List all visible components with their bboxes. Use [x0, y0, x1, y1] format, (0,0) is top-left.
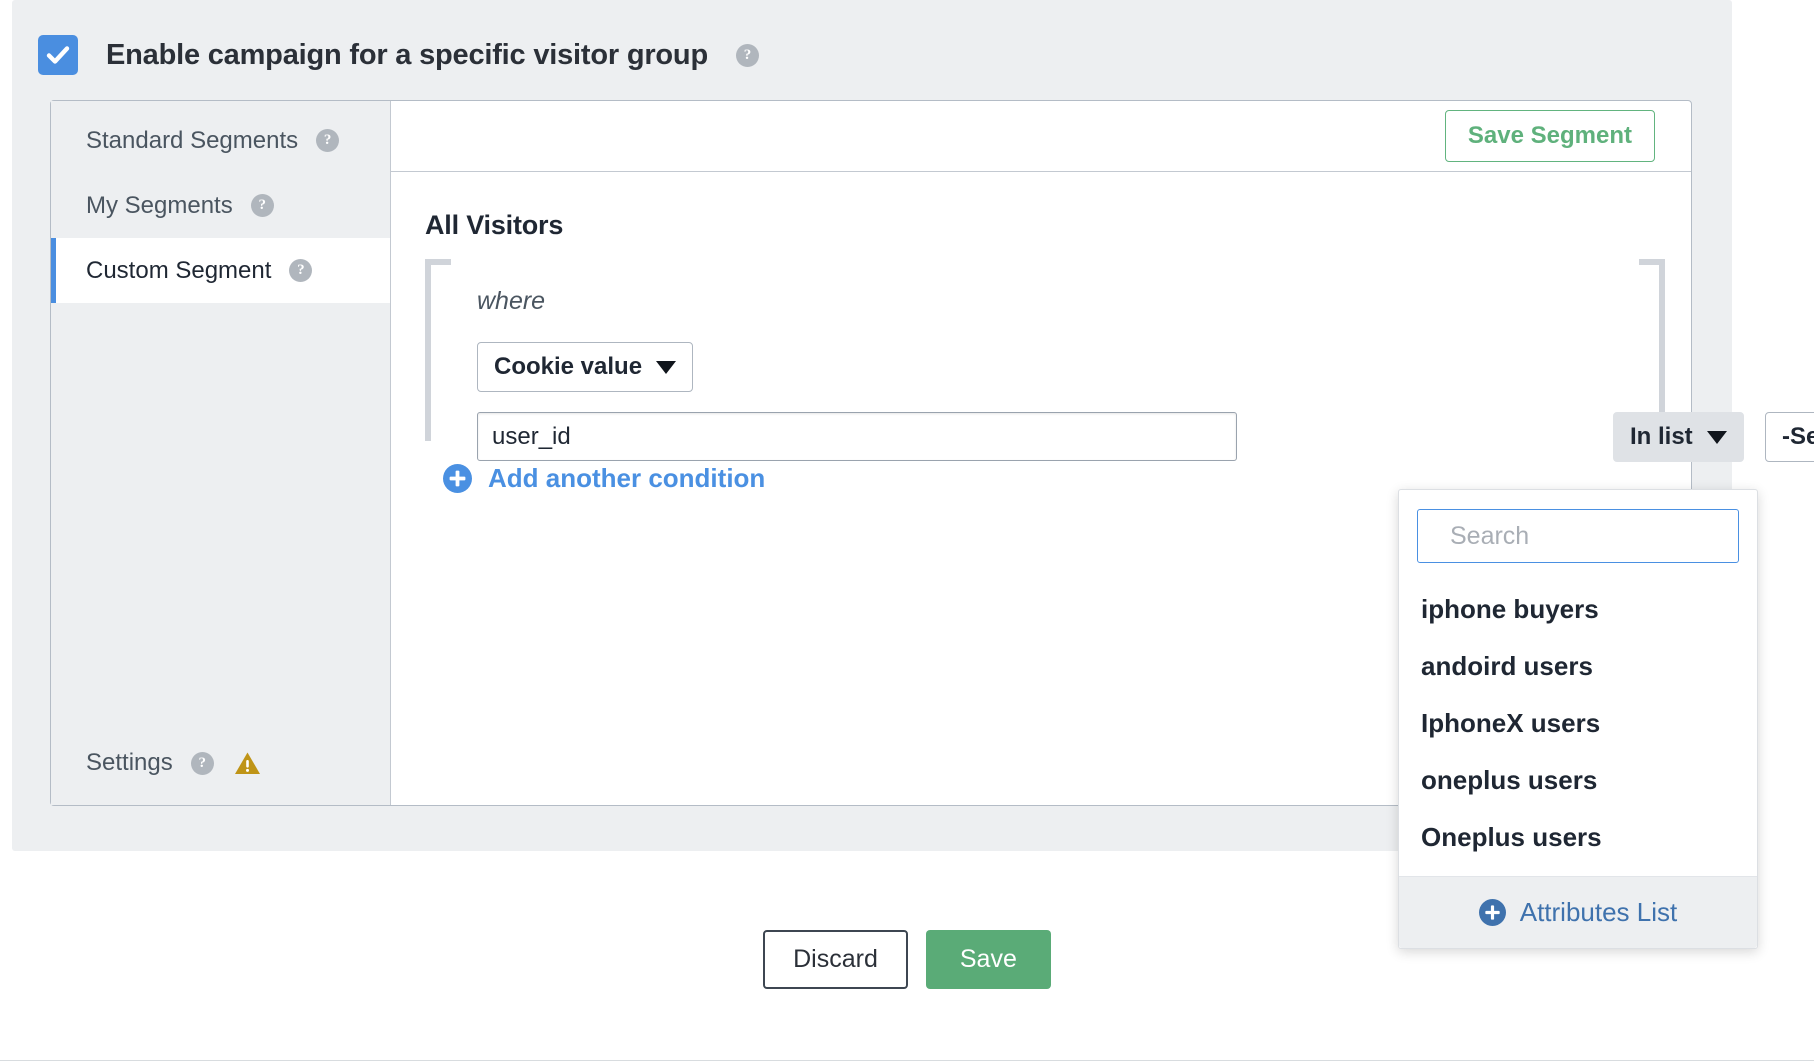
list-item[interactable]: oneplus users	[1399, 752, 1757, 809]
operator-label: In list	[1630, 423, 1693, 450]
segment-toolbar: Save Segment	[391, 101, 1691, 172]
discard-button[interactable]: Discard	[763, 930, 908, 989]
list-item[interactable]: andoird users	[1399, 638, 1757, 695]
operator-dropdown[interactable]: In list	[1613, 412, 1744, 462]
cookie-name-input[interactable]	[477, 412, 1237, 461]
checkmark-icon	[46, 46, 70, 64]
where-label: where	[477, 287, 546, 315]
list-item[interactable]: iphone buyers	[1399, 581, 1757, 638]
add-another-condition-label: Add another condition	[488, 463, 766, 493]
dropdown-search-input[interactable]	[1450, 521, 1772, 551]
sidebar-item-label: My Segments	[86, 191, 233, 219]
help-icon[interactable]: ?	[316, 129, 340, 152]
attribute-type-label: Cookie value	[494, 353, 643, 380]
attributes-list-link[interactable]: Attributes List	[1399, 876, 1757, 948]
warning-triangle-icon	[234, 752, 260, 774]
segment-group-title: All Visitors	[425, 210, 564, 240]
list-item[interactable]: Oneplus users	[1399, 809, 1757, 866]
settings-label: Settings	[86, 749, 173, 776]
attribute-type-dropdown[interactable]: Cookie value	[477, 342, 694, 392]
save-button[interactable]: Save	[925, 930, 1051, 989]
page-bottom-divider	[0, 1060, 1814, 1061]
segment-type-sidebar: Standard Segments ? My Segments ? Custom…	[51, 101, 391, 805]
enable-campaign-row: Enable campaign for a specific visitor g…	[38, 35, 759, 75]
list-item[interactable]: IphoneX users	[1399, 695, 1757, 752]
attribute-list-select-dropdown[interactable]: -Select-	[1765, 412, 1814, 462]
attributes-list-label: Attributes List	[1519, 897, 1678, 927]
enable-campaign-checkbox[interactable]	[38, 35, 78, 75]
group-bracket-left	[425, 259, 451, 441]
chevron-down-icon	[656, 360, 677, 374]
enable-campaign-label: Enable campaign for a specific visitor g…	[106, 38, 708, 71]
save-segment-button[interactable]: Save Segment	[1444, 110, 1655, 162]
sidebar-item-standard-segments[interactable]: Standard Segments ?	[51, 108, 390, 173]
help-icon[interactable]: ?	[190, 751, 214, 775]
chevron-down-icon	[1706, 430, 1727, 444]
sidebar-item-label: Standard Segments	[86, 126, 299, 154]
add-another-condition-button[interactable]: Add another condition	[443, 463, 765, 494]
help-icon[interactable]: ?	[735, 43, 759, 67]
sidebar-item-settings[interactable]: Settings ?	[51, 749, 261, 777]
attributes-dropdown-panel: iphone buyers andoird users IphoneX user…	[1398, 489, 1772, 949]
sidebar-item-custom-segment[interactable]: Custom Segment ?	[51, 238, 390, 303]
dropdown-search-wrapper	[1399, 490, 1772, 577]
condition-group: where Cookie value In list -Select-	[425, 259, 1814, 462]
help-icon[interactable]: ?	[289, 259, 313, 282]
condition-builder: All Visitors where Cookie value user_id …	[391, 172, 1814, 498]
dropdown-search-box[interactable]	[1417, 509, 1772, 563]
attribute-list-select-label: -Select-	[1782, 423, 1814, 450]
plus-circle-icon	[1478, 899, 1506, 926]
plus-circle-icon	[443, 464, 472, 493]
sidebar-item-label: Custom Segment	[86, 256, 272, 284]
sidebar-item-my-segments[interactable]: My Segments ?	[51, 173, 390, 238]
help-icon[interactable]: ?	[250, 194, 274, 217]
attributes-options-list: iphone buyers andoird users IphoneX user…	[1399, 577, 1757, 876]
